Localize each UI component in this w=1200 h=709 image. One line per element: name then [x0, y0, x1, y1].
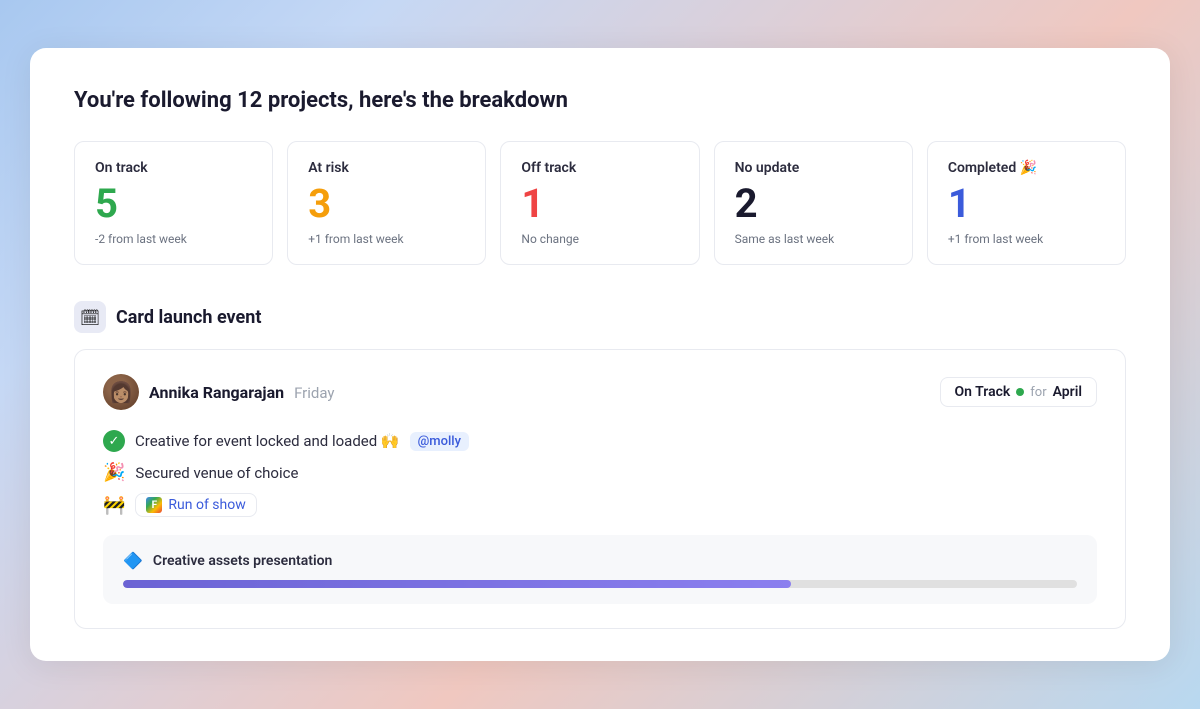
update-item-1: ✓ Creative for event locked and loaded 🙌…	[103, 430, 1097, 452]
run-of-show-link[interactable]: F Run of show	[135, 493, 256, 517]
main-card: You're following 12 projects, here's the…	[30, 48, 1170, 661]
update-text-1: Creative for event locked and loaded 🙌	[135, 432, 400, 450]
update-item-3: 🚧 F Run of show	[103, 493, 1097, 517]
stat-on-track-change: -2 from last week	[95, 232, 252, 246]
status-dot	[1016, 388, 1024, 396]
stat-on-track-label: On track	[95, 160, 252, 176]
status-text: On Track	[955, 384, 1011, 400]
section-header: 🗓 Card launch event	[74, 301, 1126, 333]
update-items: ✓ Creative for event locked and loaded 🙌…	[103, 430, 1097, 517]
stat-no-update-label: No update	[735, 160, 892, 176]
stat-off-track-change: No change	[521, 232, 678, 246]
project-author: 👩🏽 Annika Rangarajan Friday	[103, 374, 335, 410]
asset-title: Creative assets presentation	[153, 553, 332, 569]
stat-completed-number: 1	[948, 182, 1105, 226]
google-drive-icon: 🔷	[123, 551, 143, 570]
stat-off-track-number: 1	[521, 182, 678, 226]
stat-no-update: No update 2 Same as last week	[714, 141, 913, 265]
section-icon: 🗓	[74, 301, 106, 333]
mention-tag[interactable]: @molly	[410, 432, 469, 451]
stat-completed-label: Completed 🎉	[948, 160, 1105, 176]
stat-on-track: On track 5 -2 from last week	[74, 141, 273, 265]
stat-at-risk-change: +1 from last week	[308, 232, 465, 246]
stat-on-track-number: 5	[95, 182, 252, 226]
run-of-show-label: Run of show	[168, 497, 245, 513]
status-badge: On Track for April	[940, 377, 1097, 407]
asset-card: 🔷 Creative assets presentation	[103, 535, 1097, 604]
construction-icon: 🚧	[103, 495, 125, 516]
stat-no-update-change: Same as last week	[735, 232, 892, 246]
section-title: Card launch event	[116, 307, 261, 328]
stats-row: On track 5 -2 from last week At risk 3 +…	[74, 141, 1126, 265]
author-name: Annika Rangarajan	[149, 383, 284, 402]
stat-completed-change: +1 from last week	[948, 232, 1105, 246]
party-icon: 🎉	[103, 462, 125, 483]
stat-at-risk-number: 3	[308, 182, 465, 226]
stat-off-track-label: Off track	[521, 160, 678, 176]
framer-icon: F	[146, 497, 162, 513]
status-month: April	[1053, 384, 1082, 400]
stat-off-track: Off track 1 No change	[500, 141, 699, 265]
stat-at-risk: At risk 3 +1 from last week	[287, 141, 486, 265]
project-card: 👩🏽 Annika Rangarajan Friday On Track for…	[74, 349, 1126, 629]
update-item-2: 🎉 Secured venue of choice	[103, 462, 1097, 483]
status-for: for	[1030, 385, 1046, 400]
check-icon: ✓	[103, 430, 125, 452]
asset-header: 🔷 Creative assets presentation	[123, 551, 1077, 570]
page-title: You're following 12 projects, here's the…	[74, 88, 1126, 113]
stat-completed: Completed 🎉 1 +1 from last week	[927, 141, 1126, 265]
progress-bar-fill	[123, 580, 791, 588]
avatar: 👩🏽	[103, 374, 139, 410]
project-header: 👩🏽 Annika Rangarajan Friday On Track for…	[103, 374, 1097, 410]
update-text-2: Secured venue of choice	[135, 464, 298, 482]
author-day: Friday	[294, 384, 334, 402]
progress-bar-bg	[123, 580, 1077, 588]
stat-at-risk-label: At risk	[308, 160, 465, 176]
stat-no-update-number: 2	[735, 182, 892, 226]
